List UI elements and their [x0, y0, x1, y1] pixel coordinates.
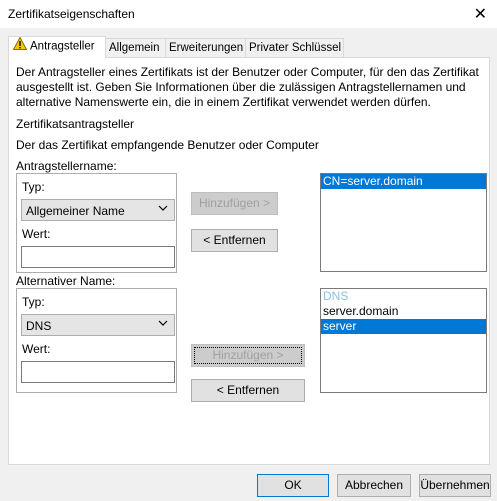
- selected-value: DNS: [26, 319, 52, 333]
- chevron-down-icon: [158, 320, 168, 326]
- alt-name-group: Typ: DNS Wert:: [16, 288, 177, 393]
- section-title: Zertifikatsantragsteller: [16, 117, 135, 131]
- tab-panel: Der Antragsteller eines Zertifikats ist …: [8, 57, 490, 465]
- type-label: Typ:: [22, 295, 45, 309]
- section-description: Der das Zertifikat empfangende Benutzer …: [16, 138, 319, 152]
- tab-label: Privater Schlüssel: [249, 42, 342, 54]
- selected-value: Allgemeiner Name: [26, 204, 125, 218]
- alt-remove-button[interactable]: < Entfernen: [191, 379, 305, 402]
- tab-erweiterungen[interactable]: Erweiterungen: [165, 38, 251, 57]
- list-item[interactable]: CN=server.domain: [321, 174, 486, 189]
- alt-name-list[interactable]: DNS server.domain server: [320, 288, 487, 393]
- tab-label: Antragsteller: [30, 40, 95, 53]
- tab-label: Allgemein: [109, 42, 160, 54]
- intro-line-1: Der Antragsteller eines Zertifikats ist …: [16, 65, 479, 79]
- ok-button[interactable]: OK: [257, 474, 329, 497]
- intro-line-3: alternative Namenswerte ein, die in eine…: [16, 95, 431, 109]
- subject-remove-button[interactable]: < Entfernen: [191, 229, 278, 252]
- subject-add-button[interactable]: Hinzufügen >: [191, 192, 278, 215]
- list-item[interactable]: server.domain: [321, 304, 486, 319]
- warning-icon: [12, 36, 28, 56]
- value-label: Wert:: [22, 227, 51, 241]
- alt-add-button[interactable]: Hinzufügen >: [191, 344, 305, 367]
- tab-privater-schluessel[interactable]: Privater Schlüssel: [245, 38, 344, 57]
- list-group-header: DNS: [323, 289, 349, 303]
- close-icon[interactable]: ✕: [474, 4, 487, 24]
- apply-button[interactable]: Übernehmen: [419, 474, 491, 497]
- subject-name-label: Antragstellername:: [16, 159, 117, 173]
- subject-name-list[interactable]: CN=server.domain: [320, 173, 487, 272]
- alt-name-label: Alternativer Name:: [16, 274, 116, 288]
- tab-label: Erweiterungen: [169, 42, 244, 54]
- value-label: Wert:: [22, 342, 51, 356]
- subject-value-input[interactable]: [21, 246, 175, 268]
- type-label: Typ:: [22, 180, 45, 194]
- list-item[interactable]: server: [321, 319, 486, 334]
- intro-line-2: ausgestellt ist. Geben Sie Informationen…: [16, 80, 466, 94]
- tab-antragsteller[interactable]: Antragsteller: [8, 36, 106, 58]
- alt-value-input[interactable]: [21, 361, 175, 383]
- title-bar: Zertifikatseigenschaften ✕: [0, 0, 497, 28]
- tab-allgemein[interactable]: Allgemein: [105, 38, 167, 57]
- cancel-button[interactable]: Abbrechen: [337, 474, 411, 497]
- window-title: Zertifikatseigenschaften: [8, 7, 135, 21]
- subject-type-select[interactable]: Allgemeiner Name: [21, 199, 175, 221]
- subject-name-group: Typ: Allgemeiner Name Wert:: [16, 173, 177, 273]
- alt-type-select[interactable]: DNS: [21, 314, 175, 336]
- chevron-down-icon: [158, 205, 168, 211]
